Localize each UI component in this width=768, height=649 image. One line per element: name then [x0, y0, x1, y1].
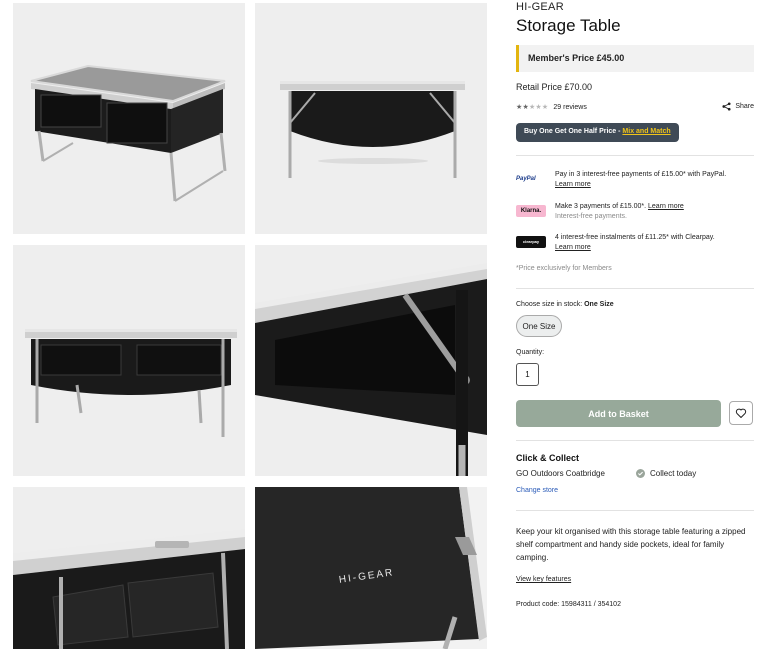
- gallery-image-side[interactable]: [255, 3, 487, 234]
- gallery-image-tabletop[interactable]: HI-GEAR: [255, 487, 487, 649]
- table-side-image: [280, 81, 465, 178]
- image-gallery: HI-GEAR: [0, 0, 500, 649]
- star-rating: ★★★★★: [516, 104, 549, 111]
- gallery-image-shelf[interactable]: [255, 245, 487, 476]
- gallery-image-angle[interactable]: [13, 3, 245, 234]
- payment-text: Make 3 payments of £15.00*.: [555, 203, 647, 210]
- divider: [516, 510, 754, 511]
- store-name: GO Outdoors Coatbridge: [516, 469, 605, 478]
- tabletop-logo-image: HI-GEAR: [255, 487, 487, 649]
- promo-link[interactable]: Mix and Match: [622, 128, 670, 135]
- payment-subtext: Interest-free payments.: [555, 213, 627, 220]
- check-icon: [636, 469, 645, 478]
- payment-option-clearpay: clearpay 4 interest-free instalments of …: [516, 233, 715, 253]
- learn-more-link[interactable]: Learn more: [555, 243, 715, 253]
- heart-icon: [735, 408, 747, 418]
- member-price: Member's Price £45.00: [516, 45, 754, 72]
- change-store-link[interactable]: Change store: [516, 487, 558, 494]
- klarna-logo: Klarna.: [516, 205, 546, 217]
- product-description: Keep your kit organised with this storag…: [516, 527, 746, 562]
- collect-status: Collect today: [636, 469, 696, 478]
- size-option-one-size[interactable]: One Size: [516, 315, 562, 337]
- paypal-logo: PayPal: [516, 176, 536, 182]
- table-front-image: [25, 329, 237, 437]
- quantity-label: Quantity:: [516, 349, 545, 356]
- shelf-closeup-image: [255, 263, 487, 476]
- learn-more-link[interactable]: Learn more: [555, 180, 726, 190]
- payment-text: Pay in 3 interest-free payments of £15.0…: [555, 171, 727, 178]
- gallery-image-pockets[interactable]: [13, 487, 245, 649]
- add-to-basket-button[interactable]: Add to Basket: [516, 400, 721, 427]
- clearpay-logo: clearpay: [516, 236, 546, 248]
- price-note: *Price exclusively for Members: [516, 265, 612, 272]
- payment-option-klarna: Klarna. Make 3 payments of £15.00*. Lear…: [516, 202, 684, 222]
- collect-status-text: Collect today: [650, 469, 697, 478]
- gallery-image-front[interactable]: [13, 245, 245, 476]
- size-label-text: Choose size in stock:: [516, 301, 583, 308]
- payment-option-paypal: PayPal Pay in 3 interest-free payments o…: [516, 170, 726, 190]
- review-count[interactable]: 29 reviews: [553, 104, 586, 111]
- table-angle-image: [30, 64, 227, 202]
- brand-name[interactable]: HI-GEAR: [516, 1, 564, 13]
- promo-banner[interactable]: Buy One Get One Half Price - Mix and Mat…: [516, 123, 679, 142]
- rating-summary[interactable]: ★★★★★ 29 reviews: [516, 103, 587, 112]
- quantity-field[interactable]: 1: [516, 363, 539, 386]
- pockets-closeup-image: [13, 529, 245, 649]
- size-label: Choose size in stock: One Size: [516, 301, 614, 308]
- share-label: Share: [735, 103, 754, 110]
- product-code: Product code: 15984311 / 354102: [516, 601, 621, 608]
- click-collect-title: Click & Collect: [516, 453, 580, 463]
- payment-text: 4 interest-free instalments of £11.25* w…: [555, 234, 715, 241]
- retail-price: Retail Price £70.00: [516, 82, 593, 92]
- share-button[interactable]: Share: [722, 102, 754, 111]
- wishlist-button[interactable]: [729, 401, 753, 425]
- divider: [516, 288, 754, 289]
- promo-text: Buy One Get One Half Price -: [524, 128, 623, 135]
- divider: [516, 440, 754, 441]
- view-key-features-link[interactable]: View key features: [516, 576, 571, 583]
- size-selected-text: One Size: [584, 301, 614, 308]
- product-title: Storage Table: [516, 16, 621, 35]
- divider: [516, 155, 754, 156]
- share-icon: [722, 102, 731, 111]
- learn-more-link[interactable]: Learn more: [648, 203, 684, 210]
